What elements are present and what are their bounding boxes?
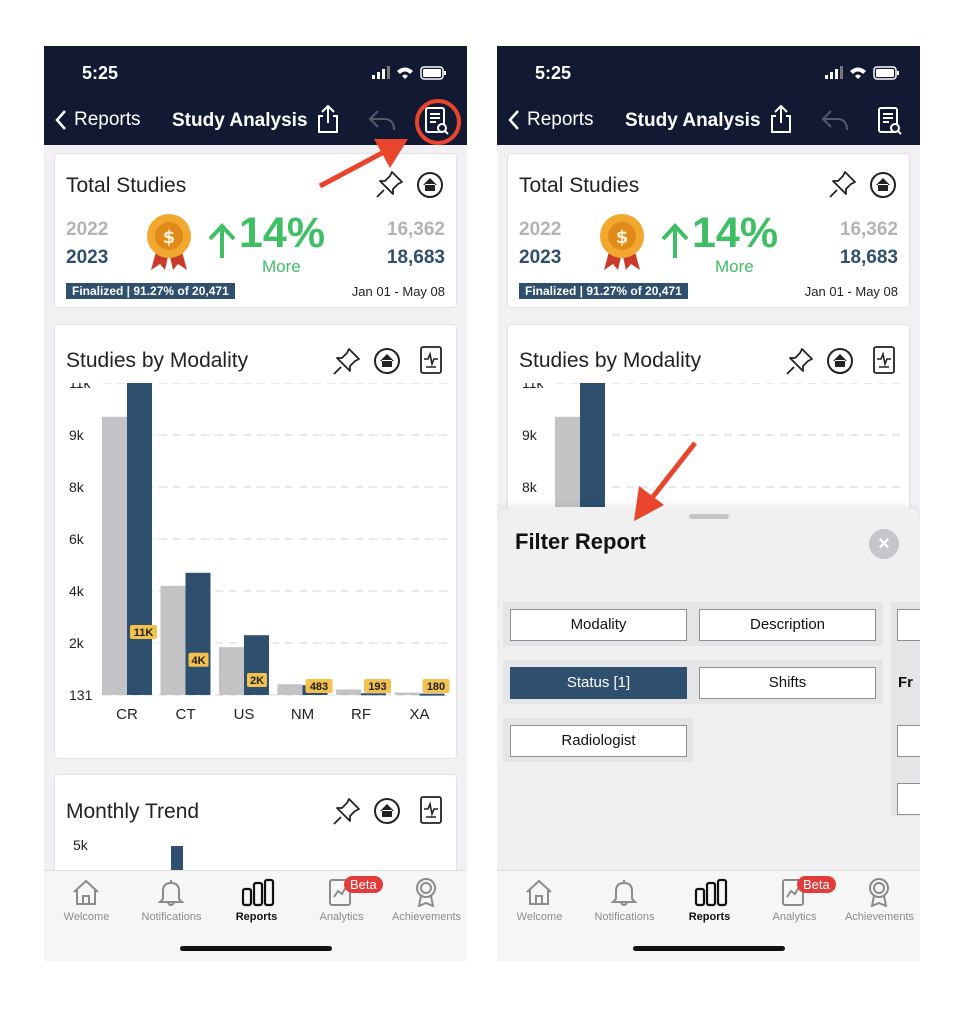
- annotation-overlay: [318, 139, 697, 521]
- annotation-arrow: [634, 441, 697, 521]
- annotation-arrow: [318, 139, 408, 189]
